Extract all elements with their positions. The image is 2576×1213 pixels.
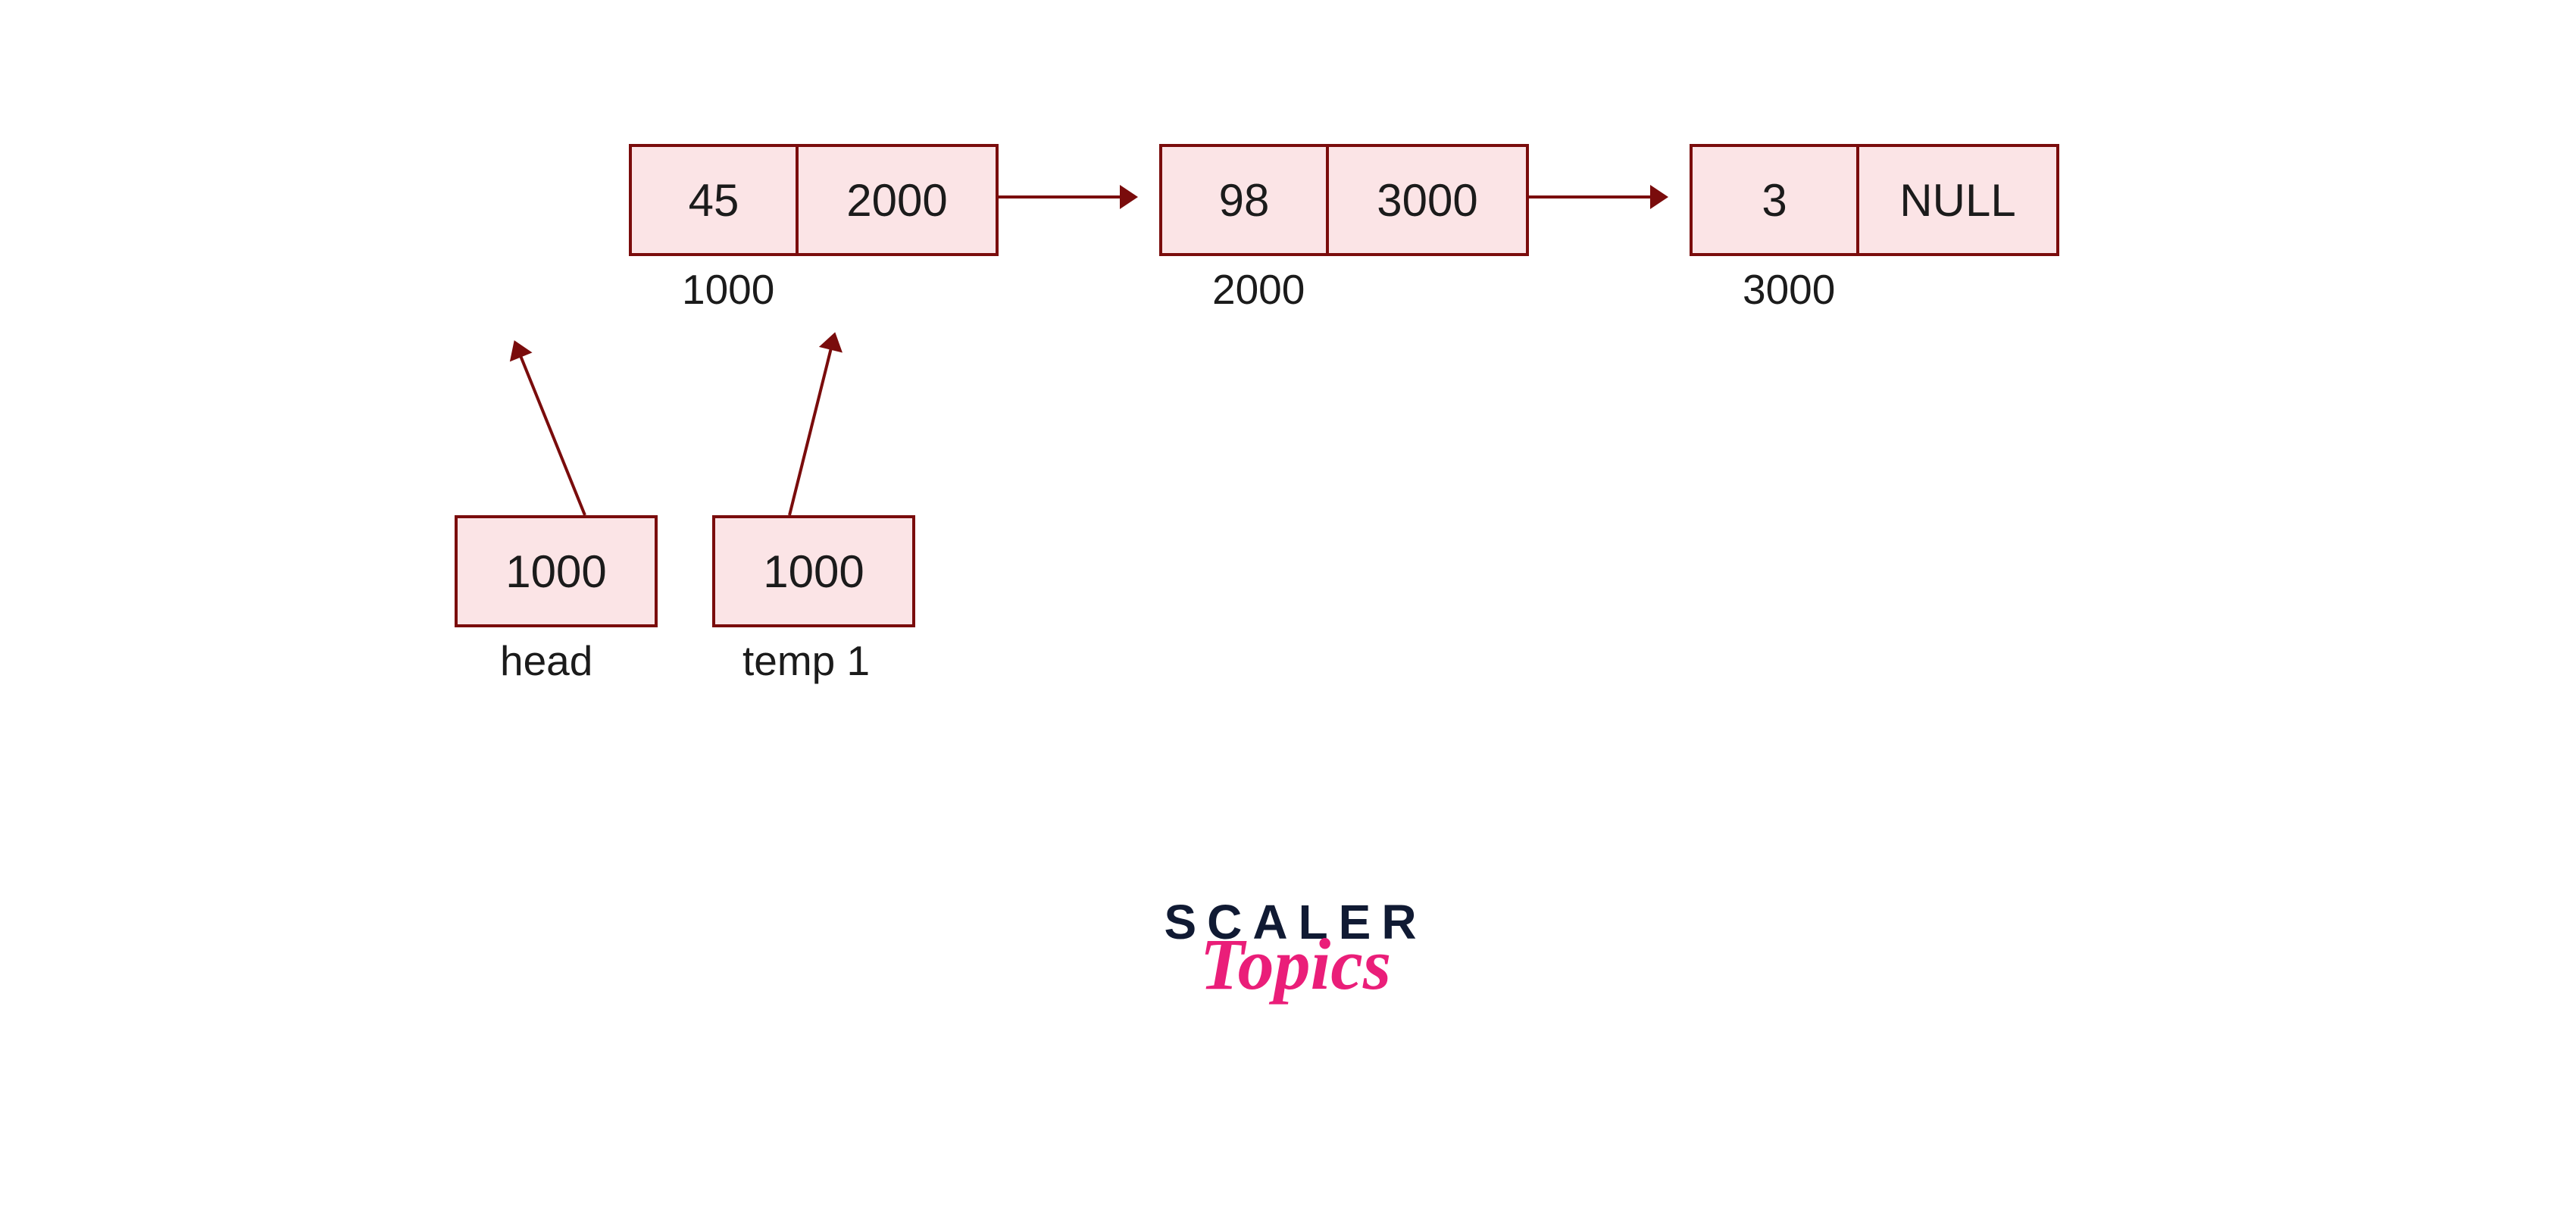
node-next: 3000 [1329, 147, 1526, 253]
next-arrow-icon [1529, 195, 1665, 199]
scaler-topics-logo: SCALER Topics [1136, 894, 1455, 997]
node-data: 3 [1693, 147, 1859, 253]
next-arrow-icon [999, 195, 1135, 199]
list-node: 98 3000 [1159, 144, 1529, 256]
pointer-temp1: 1000 [712, 515, 915, 627]
node-data: 98 [1162, 147, 1329, 253]
pointer-label: temp 1 [742, 636, 870, 685]
node-address: 1000 [682, 265, 774, 314]
node-next: NULL [1859, 147, 2056, 253]
list-node: 3 NULL [1690, 144, 2059, 256]
pointer-head: 1000 [455, 515, 658, 627]
list-node: 45 2000 [629, 144, 999, 256]
node-address: 2000 [1212, 265, 1305, 314]
pointer-arrow-icon [788, 335, 836, 516]
node-data: 45 [632, 147, 799, 253]
diagram-canvas: 45 2000 1000 98 3000 2000 3 NULL 3000 10… [0, 0, 2576, 1213]
pointer-arrow-icon [514, 342, 586, 516]
node-address: 3000 [1743, 265, 1835, 314]
pointer-label: head [500, 636, 592, 685]
node-next: 2000 [799, 147, 996, 253]
